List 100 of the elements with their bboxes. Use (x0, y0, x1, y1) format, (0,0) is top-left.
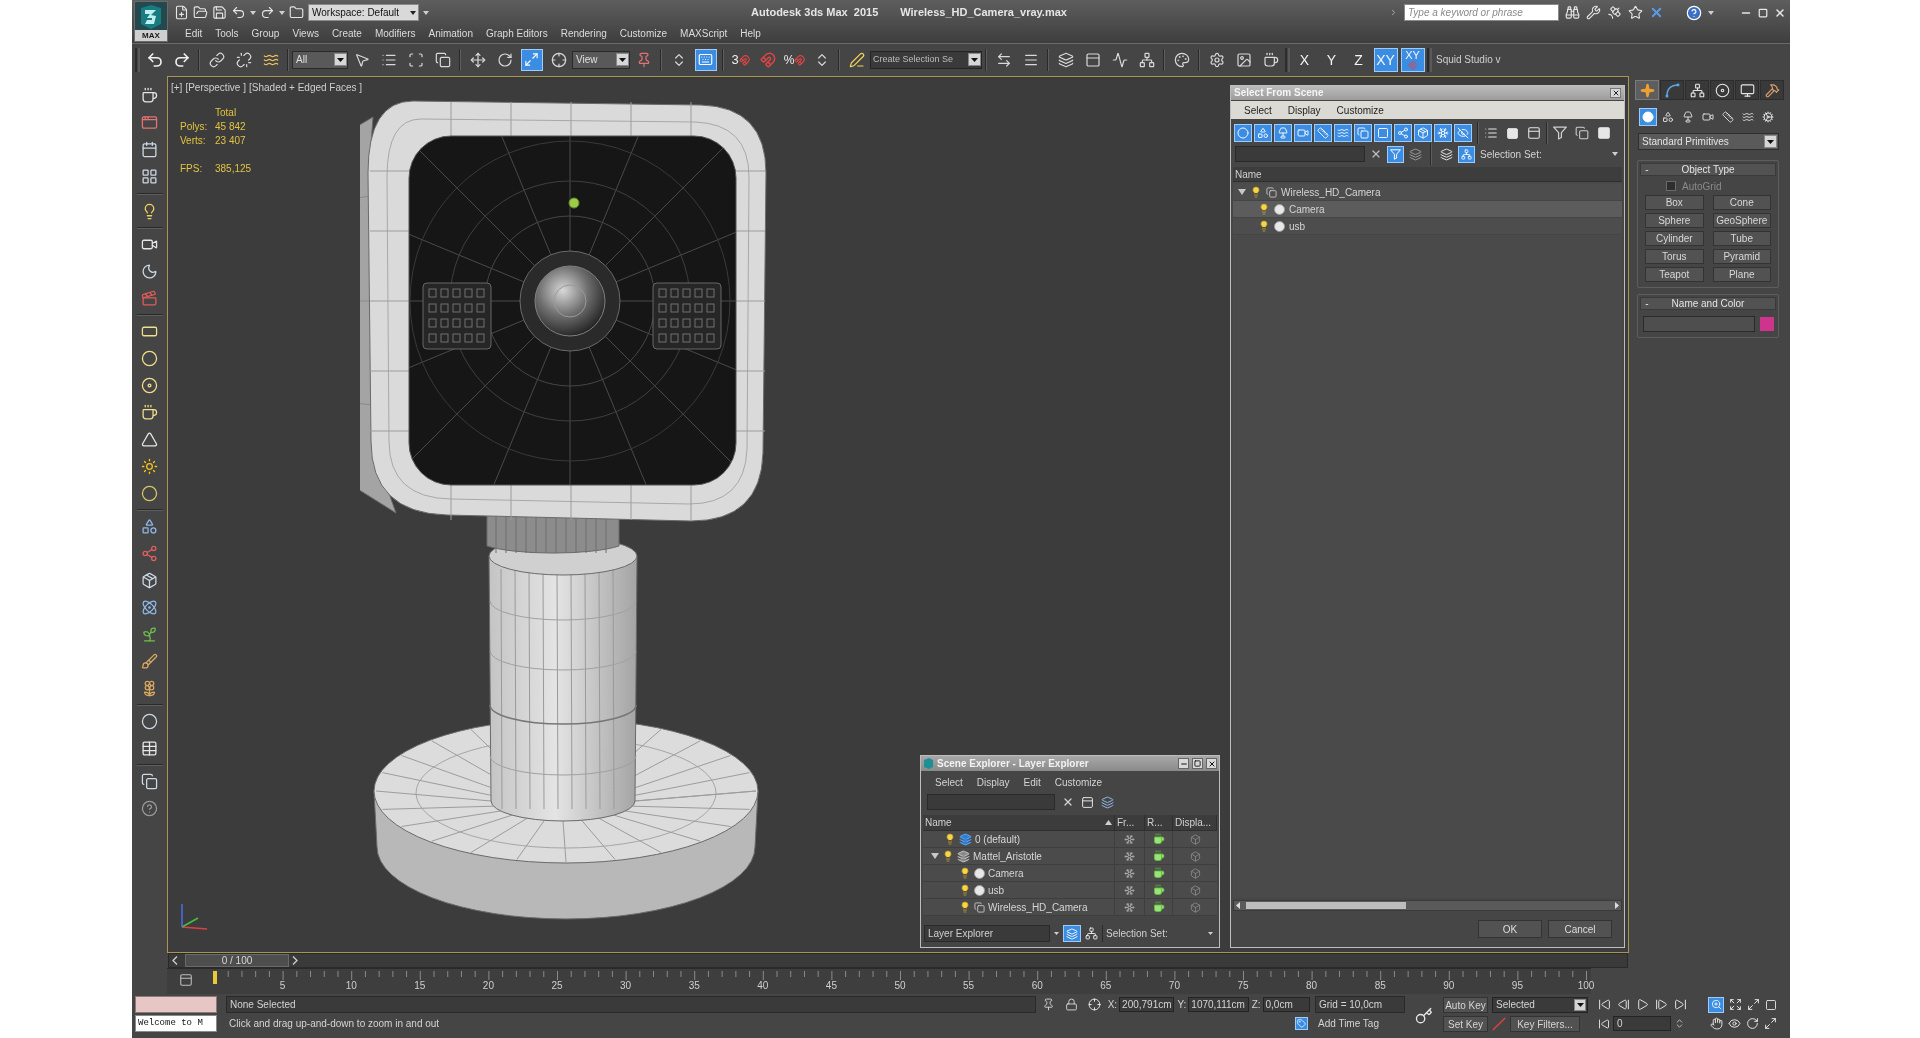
sun-icon[interactable] (141, 458, 158, 475)
rollout-header[interactable]: - Object Type (1640, 163, 1776, 176)
lightbulb-icon[interactable] (1250, 186, 1262, 198)
window-icon[interactable] (141, 114, 158, 131)
cog-icon[interactable] (1762, 111, 1774, 123)
axis-constraint-button[interactable]: Z (1346, 47, 1371, 72)
disc-icon[interactable] (141, 377, 158, 394)
play-icon[interactable] (1636, 998, 1649, 1011)
redo-arrow-icon[interactable] (260, 5, 275, 20)
percent-snap-button[interactable]: % (783, 53, 806, 66)
snowflake-icon[interactable] (1124, 901, 1135, 913)
cup-icon[interactable] (1152, 833, 1165, 845)
connected-nodes-icon[interactable] (1394, 124, 1412, 142)
scale-arrows-icon[interactable] (520, 48, 543, 71)
star-icon[interactable] (1628, 5, 1643, 20)
skip-back-icon[interactable] (1598, 998, 1611, 1011)
binoculars-icon[interactable] (1565, 5, 1580, 20)
rotate-icon[interactable] (1746, 1017, 1759, 1030)
cup-icon[interactable] (1152, 884, 1165, 896)
menu-item[interactable]: Select (935, 774, 963, 790)
menu-item[interactable]: Edit (185, 29, 203, 39)
color-swatch-icon[interactable] (1760, 317, 1774, 331)
add-time-tag-button[interactable]: Add Time Tag (1315, 1015, 1405, 1032)
cup-icon[interactable] (1152, 850, 1165, 862)
menu-item[interactable]: Customize (1336, 102, 1384, 118)
close-icon[interactable] (1774, 6, 1786, 19)
primitive-button[interactable]: Cone (1712, 195, 1771, 210)
lamp-icon[interactable] (1682, 111, 1694, 123)
atom-icon[interactable] (141, 599, 158, 616)
lock-icon[interactable] (1064, 998, 1078, 1011)
x-icon[interactable] (1370, 148, 1382, 160)
tree-row[interactable]: Wireless_HD_Camera (1233, 184, 1622, 201)
square-icon[interactable] (1506, 126, 1519, 140)
cup-icon[interactable] (141, 87, 158, 104)
cup-icon[interactable] (141, 404, 158, 421)
primitive-button[interactable]: Cylinder (1645, 231, 1704, 246)
moon-icon[interactable] (141, 263, 158, 280)
folder-icon[interactable] (289, 5, 304, 20)
crosshair-icon[interactable] (550, 51, 567, 68)
coordinate-field[interactable]: 0,0cm (1262, 997, 1310, 1012)
wrench-icon[interactable] (1586, 5, 1601, 20)
sphere-icon[interactable] (1639, 108, 1657, 126)
explorer-mode-dropdown[interactable]: Layer Explorer (924, 925, 1050, 942)
expand-icon[interactable] (1729, 998, 1742, 1011)
primitive-button[interactable]: Teapot (1645, 267, 1704, 282)
column-header[interactable]: Displa... (1173, 815, 1217, 830)
chevron-right-icon[interactable] (1389, 8, 1398, 17)
toolbar-button[interactable]: Squid Studio v (1436, 52, 1501, 67)
menu-item[interactable]: Display (1287, 102, 1321, 118)
script-listener-field[interactable] (135, 996, 217, 1013)
sphere-icon[interactable] (141, 713, 158, 730)
corner-brackets-icon[interactable] (407, 51, 424, 68)
waves-icon[interactable] (1742, 111, 1754, 123)
column-header[interactable]: Name (1233, 167, 1622, 182)
menu-item[interactable]: Modifiers (374, 29, 416, 39)
viewport-label[interactable]: [Perspective ] (185, 82, 246, 94)
pulse-line-icon[interactable] (1111, 51, 1128, 68)
calendar-icon[interactable] (141, 141, 158, 158)
caret-down-icon[interactable] (423, 10, 429, 15)
video-camera-icon[interactable] (1702, 111, 1714, 123)
flower-icon[interactable] (141, 680, 158, 697)
snowflake-icon[interactable] (1124, 850, 1135, 862)
funnel-icon[interactable] (1553, 126, 1567, 140)
snap-toggle-button[interactable]: 3 (731, 53, 750, 66)
pen-icon[interactable] (848, 51, 865, 68)
cup-icon[interactable] (1152, 901, 1165, 913)
lightbulb-icon[interactable] (1258, 203, 1270, 215)
undo-arrow-icon[interactable] (145, 50, 164, 69)
cup-icon[interactable] (1152, 867, 1165, 879)
funnel-icon[interactable] (1387, 145, 1404, 163)
menu-item[interactable]: Tools (215, 29, 239, 39)
layers-icon[interactable] (1057, 51, 1074, 68)
table-icon[interactable] (141, 740, 158, 757)
panel-icon[interactable] (179, 973, 193, 987)
app-menu-button[interactable]: MAX (134, 1, 168, 42)
step-forward-icon[interactable] (1655, 998, 1668, 1011)
caret-down-icon[interactable] (250, 10, 256, 15)
current-frame-marker-icon[interactable] (213, 971, 217, 984)
horizontal-scrollbar[interactable] (1233, 900, 1622, 911)
list-icon[interactable] (1484, 126, 1498, 140)
current-frame-field[interactable]: 0 (1613, 1016, 1671, 1031)
close-button[interactable] (1610, 88, 1621, 98)
step-back-icon[interactable] (1617, 998, 1630, 1011)
dialog-button[interactable]: OK (1478, 920, 1542, 938)
settings-icon[interactable] (1208, 51, 1225, 68)
keyboard-icon[interactable] (694, 48, 717, 71)
pin-icon[interactable] (1041, 998, 1055, 1011)
menu-item[interactable]: Animation (428, 29, 473, 39)
cross-icon[interactable] (1649, 5, 1664, 20)
coordinate-field[interactable]: 200,791cm (1119, 997, 1175, 1012)
primitive-button[interactable]: Plane (1712, 267, 1771, 282)
caret-down-icon[interactable] (1054, 932, 1059, 935)
layers-icon[interactable] (1409, 147, 1422, 161)
search-field[interactable] (927, 794, 1055, 810)
rollout-header[interactable]: - Name and Color (1640, 297, 1776, 310)
grid-icon[interactable] (141, 168, 158, 185)
layers-icon[interactable] (1101, 795, 1114, 809)
menu-item[interactable]: Select (1244, 102, 1272, 118)
triangle-icon[interactable] (141, 431, 158, 448)
rotate-icon[interactable] (496, 51, 513, 68)
